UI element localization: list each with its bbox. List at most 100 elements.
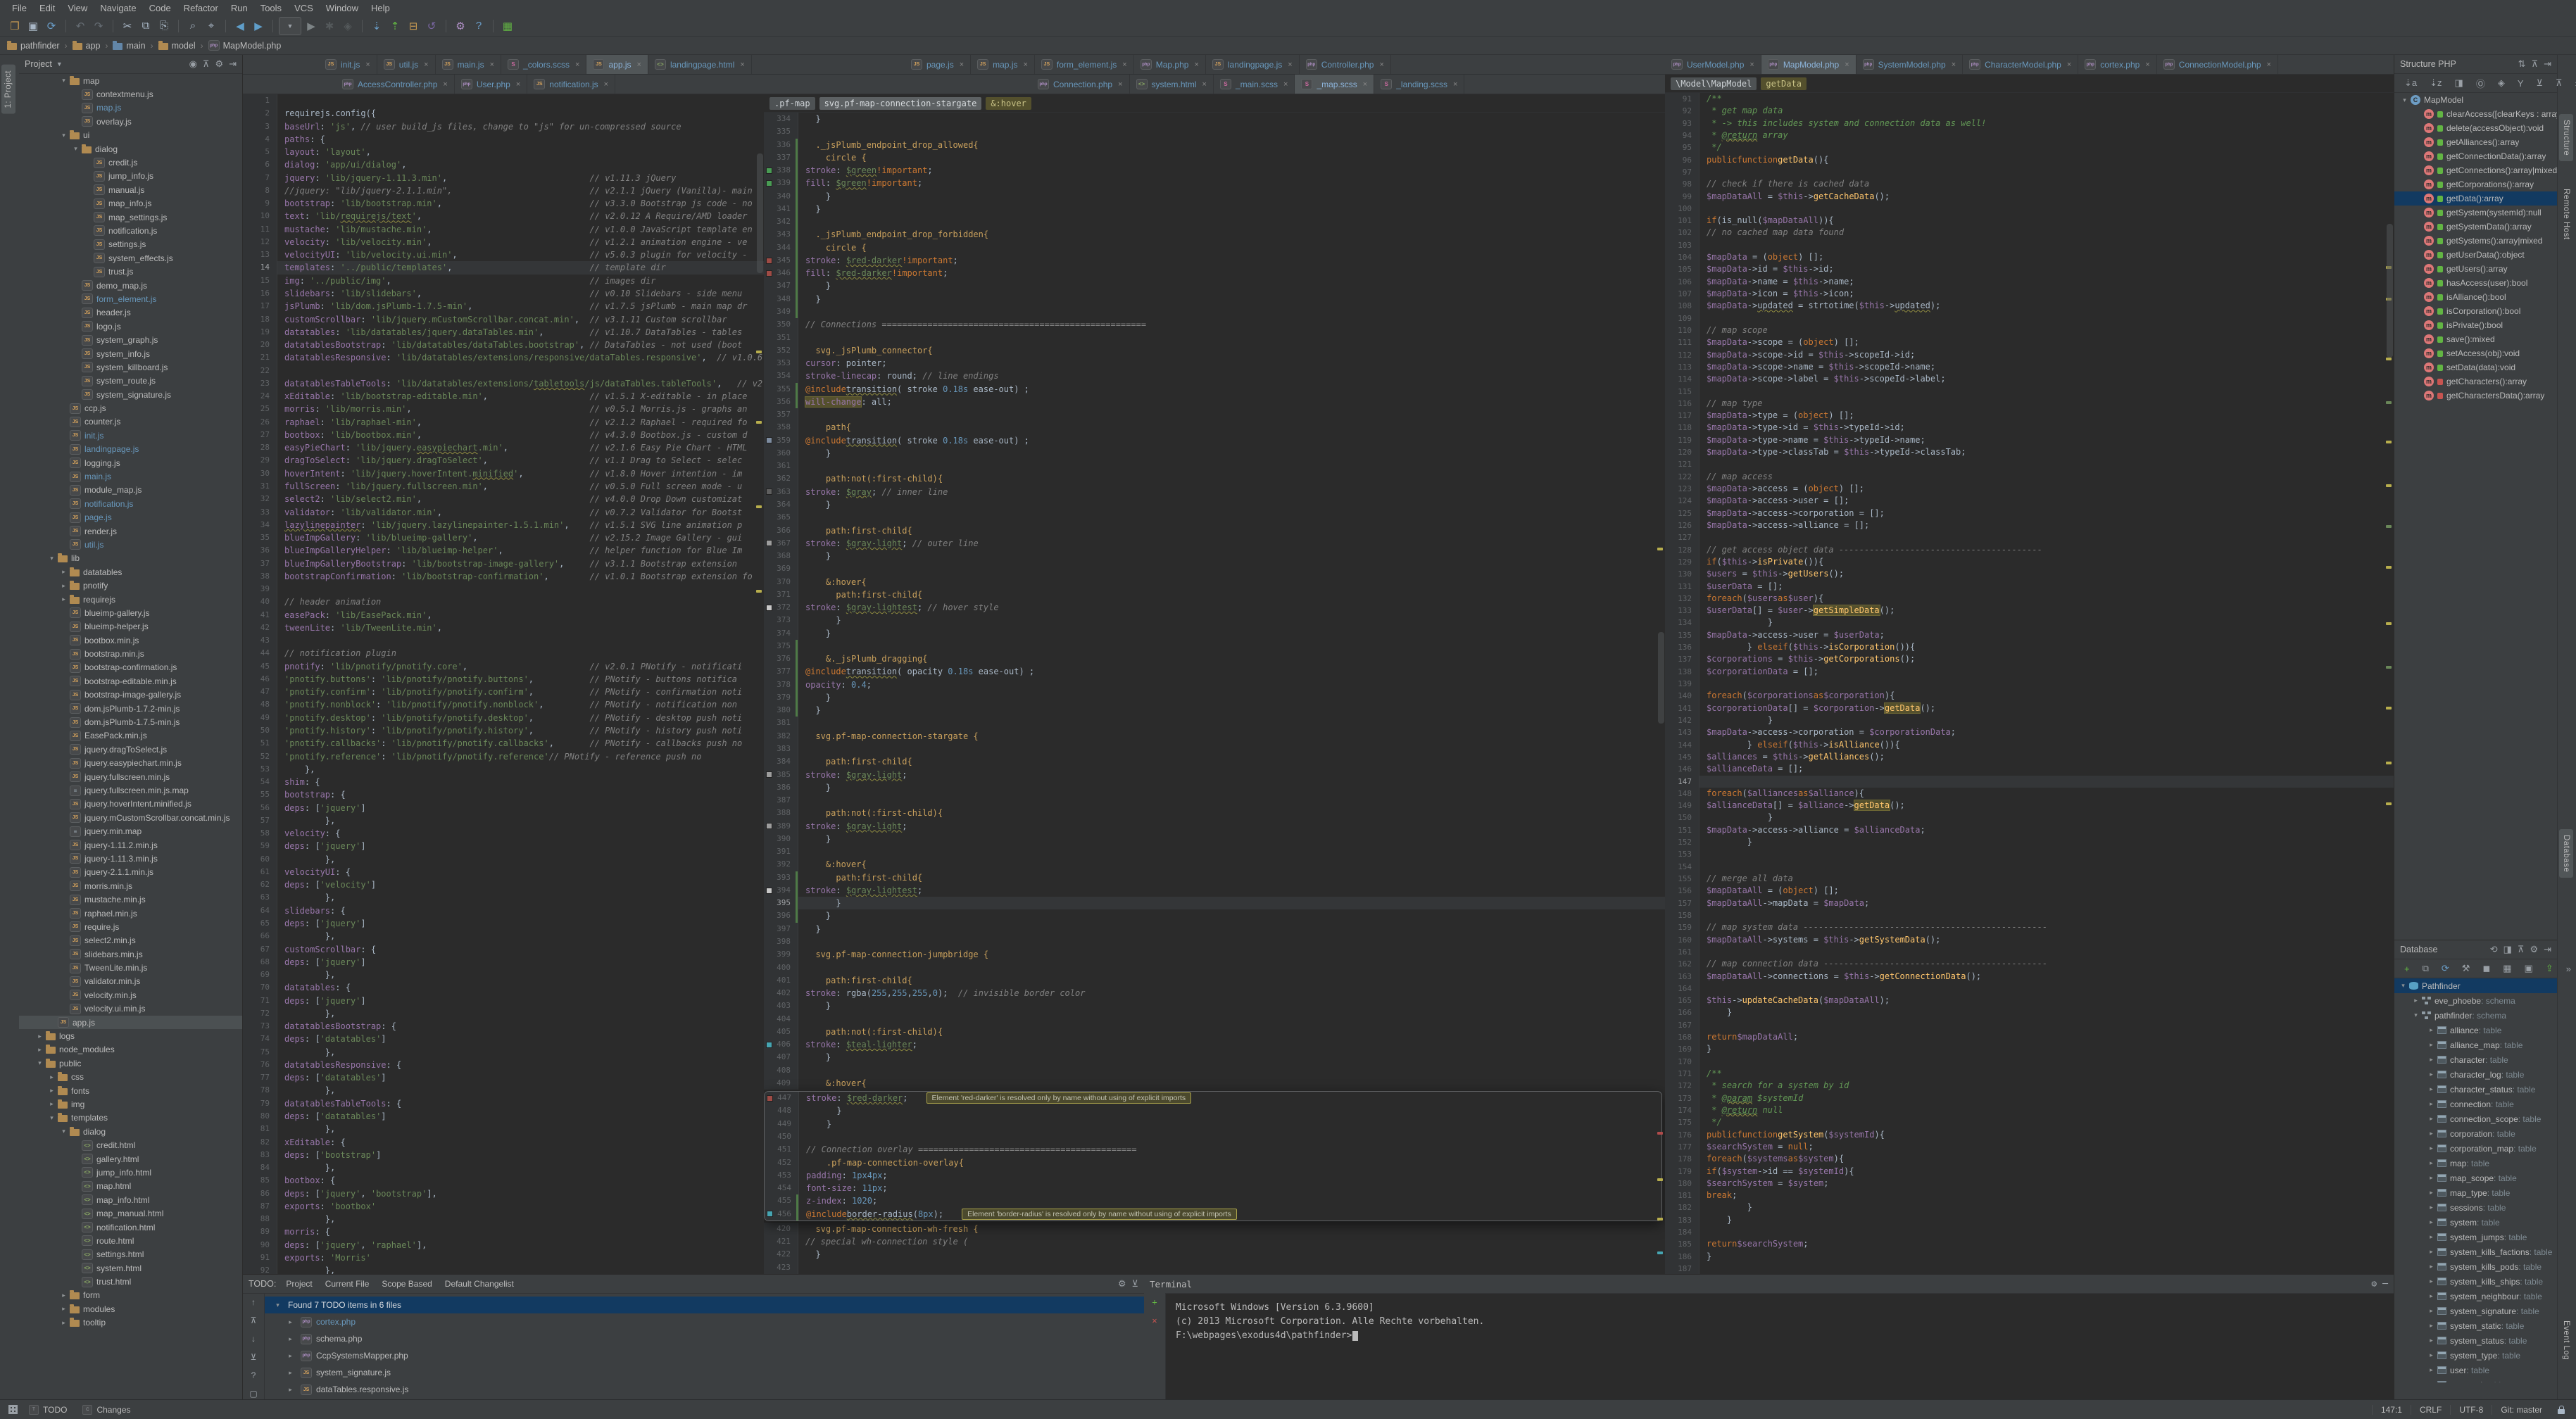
project-item-system_effects.js[interactable]: JSsystem_effects.js (19, 251, 242, 265)
project-item-main.js[interactable]: JSmain.js (19, 469, 242, 483)
close-icon[interactable]: × (1952, 61, 1956, 69)
tab-User.php[interactable]: phpUser.php× (455, 75, 527, 94)
project-item-modules[interactable]: ▸modules (19, 1302, 242, 1316)
project-item-jquery.easypiechart.min.js[interactable]: JSjquery.easypiechart.min.js (19, 757, 242, 770)
tab-Controller.php[interactable]: phpController.php× (1300, 55, 1391, 74)
project-item-notification.html[interactable]: <>notification.html (19, 1221, 242, 1234)
project-item-jquery-2.1.1.min.js[interactable]: JSjquery-2.1.1.min.js (19, 866, 242, 879)
database-toolbar-icon[interactable]: ◼ (2482, 963, 2490, 974)
database-toolbar-icon[interactable]: ⇪ (2546, 963, 2553, 974)
structure-method-getCharacters[interactable]: mgetCharacters():array (2394, 374, 2557, 389)
structure-method-clearAccess[interactable]: mclearAccess([clearKeys : array = (2394, 107, 2557, 121)
menu-code[interactable]: Code (143, 1, 177, 15)
todo-toolbar-icon[interactable]: ↑ (251, 1297, 256, 1307)
editor-right[interactable]: phpUserModel.php×phpMapModel.php×phpSyst… (1665, 55, 2394, 1274)
project-item-map_manual.html[interactable]: <>map_manual.html (19, 1206, 242, 1220)
project-item-system_route.js[interactable]: JSsystem_route.js (19, 374, 242, 388)
database-tree[interactable]: ▾Pathfinder▸eve_phoebe: schema▾pathfinde… (2394, 978, 2557, 1382)
structure-toolbar-icon[interactable]: ⇣a (2404, 77, 2417, 89)
project-item-system_killboard.js[interactable]: JSsystem_killboard.js (19, 360, 242, 374)
project-item-bootstrap-image-gallery.js[interactable]: JSbootstrap-image-gallery.js (19, 688, 242, 702)
table-map_type[interactable]: ▸map_type: table (2394, 1185, 2557, 1200)
tab-landingpage.html[interactable]: <>landingpage.html× (648, 55, 752, 74)
database-header-icon[interactable]: ◨ (2503, 944, 2512, 954)
close-icon[interactable]: × (2145, 61, 2149, 69)
project-item-jquery.fullscreen.min.js.map[interactable]: ≡jquery.fullscreen.min.js.map (19, 783, 242, 797)
project-item-dom.jsPlumb-1.7.5-min.js[interactable]: JSdom.jsPlumb-1.7.5-min.js (19, 715, 242, 729)
vcs-update-button[interactable]: ⇣ (368, 18, 385, 34)
menu-help[interactable]: Help (365, 1, 396, 15)
project-item-datatables[interactable]: ▸datatables (19, 565, 242, 579)
tab-_main.scss[interactable]: S_main.scss× (1214, 75, 1295, 94)
project-item-map_settings.js[interactable]: JSmap_settings.js (19, 210, 242, 224)
todo-file-CcpSystemsMapper.php[interactable]: ▸phpCcpSystemsMapper.php (265, 1347, 1144, 1364)
table-map_scope[interactable]: ▸map_scope: table (2394, 1171, 2557, 1185)
project-item-jump_info.html[interactable]: <>jump_info.html (19, 1166, 242, 1179)
project-item-jquery.hoverIntent.minified.js[interactable]: JSjquery.hoverIntent.minified.js (19, 797, 242, 811)
close-icon[interactable]: × (2267, 61, 2271, 69)
project-item-header.js[interactable]: JSheader.js (19, 306, 242, 320)
project-item-system_signature.js[interactable]: JSsystem_signature.js (19, 388, 242, 401)
close-icon[interactable]: × (604, 80, 608, 89)
tab-init.js[interactable]: JSinit.js× (319, 55, 377, 74)
project-item-dialog[interactable]: ▾dialog (19, 142, 242, 156)
table-alliance_map[interactable]: ▸alliance_map: table (2394, 1038, 2557, 1052)
tab-SystemModel.php[interactable]: phpSystemModel.php× (1856, 55, 1963, 74)
table-character[interactable]: ▸character: table (2394, 1052, 2557, 1067)
copy-button[interactable]: ⧉ (137, 18, 154, 34)
project-item-lib[interactable]: ▾lib (19, 552, 242, 565)
editor-context-chip[interactable]: .pf-map (769, 97, 815, 110)
tab-map.js[interactable]: JSmap.js× (971, 55, 1035, 74)
database-toolbar-icon[interactable]: ⧉ (2423, 963, 2429, 974)
todo-file-schema.php[interactable]: ▸phpschema.php (265, 1330, 1144, 1347)
back-button[interactable]: ◀ (232, 18, 249, 34)
project-tree[interactable]: ▾mapJScontextmenu.jsJSmap.jsJSoverlay.js… (19, 74, 242, 1399)
structure-method-setAccess[interactable]: msetAccess(obj):void (2394, 346, 2557, 360)
database-toolbar-icon[interactable]: ⚒ (2462, 963, 2470, 974)
project-item-jump_info.js[interactable]: JSjump_info.js (19, 170, 242, 183)
database-toolbar-icon[interactable]: ▦ (2503, 963, 2511, 974)
tab-CharacterModel.php[interactable]: phpCharacterModel.php× (1963, 55, 2078, 74)
menu-view[interactable]: View (61, 1, 94, 15)
synchronize-button[interactable]: ⟳ (43, 18, 60, 34)
database-toolbar-icon[interactable]: + (2404, 964, 2410, 974)
toolwindow-structure-button[interactable]: Structure (2559, 114, 2573, 161)
project-item-settings.html[interactable]: <>settings.html (19, 1248, 242, 1261)
todo-scope-project[interactable]: Project (286, 1279, 312, 1289)
project-item-map_info.js[interactable]: JSmap_info.js (19, 197, 242, 210)
statusbar-vcs-branch[interactable]: Git: master (2492, 1405, 2551, 1415)
project-item-blueimp-helper.js[interactable]: JSblueimp-helper.js (19, 620, 242, 633)
lock-icon[interactable] (2558, 1409, 2565, 1414)
project-item-slidebars.min.js[interactable]: JSslidebars.min.js (19, 947, 242, 961)
todo-toolbar-icon[interactable]: ⊼ (251, 1316, 257, 1325)
mid-code-area[interactable]: 334 }335336 ._jsPlumb_endpoint_drop_allo… (764, 113, 1665, 1274)
tab-main.js[interactable]: JSmain.js× (436, 55, 501, 74)
project-item-EasePack.min.js[interactable]: JSEasePack.min.js (19, 729, 242, 743)
structure-header-icon[interactable]: ⊼ (2532, 58, 2539, 69)
tab-system.html[interactable]: <>system.html× (1130, 75, 1214, 94)
todo-toolbar-icon[interactable]: ? (251, 1370, 256, 1380)
structure-class-row[interactable]: ▾CMapModel (2394, 93, 2557, 107)
close-icon[interactable]: × (443, 80, 447, 89)
tab-ConnectionModel.php[interactable]: phpConnectionModel.php× (2157, 55, 2278, 74)
menu-run[interactable]: Run (225, 1, 254, 15)
structure-method-getSystem[interactable]: mgetSystem(systemId):null (2394, 206, 2557, 220)
project-item-jquery.mCustomScrollbar.concat.min.js[interactable]: JSjquery.mCustomScrollbar.concat.min.js (19, 811, 242, 824)
project-item-tooltip[interactable]: ▸tooltip (19, 1316, 242, 1330)
structure-toolbar-icon[interactable]: Y (2518, 78, 2524, 89)
terminal-action-icon[interactable]: ✕ (1152, 1316, 1157, 1325)
close-icon[interactable]: × (1194, 61, 1198, 69)
toolwindow-switcher-icon[interactable] (8, 1405, 18, 1414)
structure-header-icon[interactable]: ⇅ (2518, 58, 2526, 69)
structure-toolbar-icon[interactable]: ⊻ (2537, 77, 2544, 89)
run-button[interactable]: ▶ (303, 18, 320, 34)
structure-method-setData[interactable]: msetData(data):void (2394, 360, 2557, 374)
structure-toolbar-icon[interactable]: ◈ (2498, 77, 2505, 89)
schema-eve_phoebe[interactable]: ▸eve_phoebe: schema (2394, 993, 2557, 1008)
project-item-map[interactable]: ▾map (19, 74, 242, 87)
project-item-bootstrap-confirmation.js[interactable]: JSbootstrap-confirmation.js (19, 661, 242, 674)
tab-_landing.scss[interactable]: S_landing.scss× (1374, 75, 1464, 94)
statusbar-changes-button[interactable]: CChanges (82, 1405, 130, 1415)
project-item-jquery.min.map[interactable]: ≡jquery.min.map (19, 824, 242, 838)
statusbar-caret-position[interactable]: 147:1 (2372, 1405, 2411, 1415)
